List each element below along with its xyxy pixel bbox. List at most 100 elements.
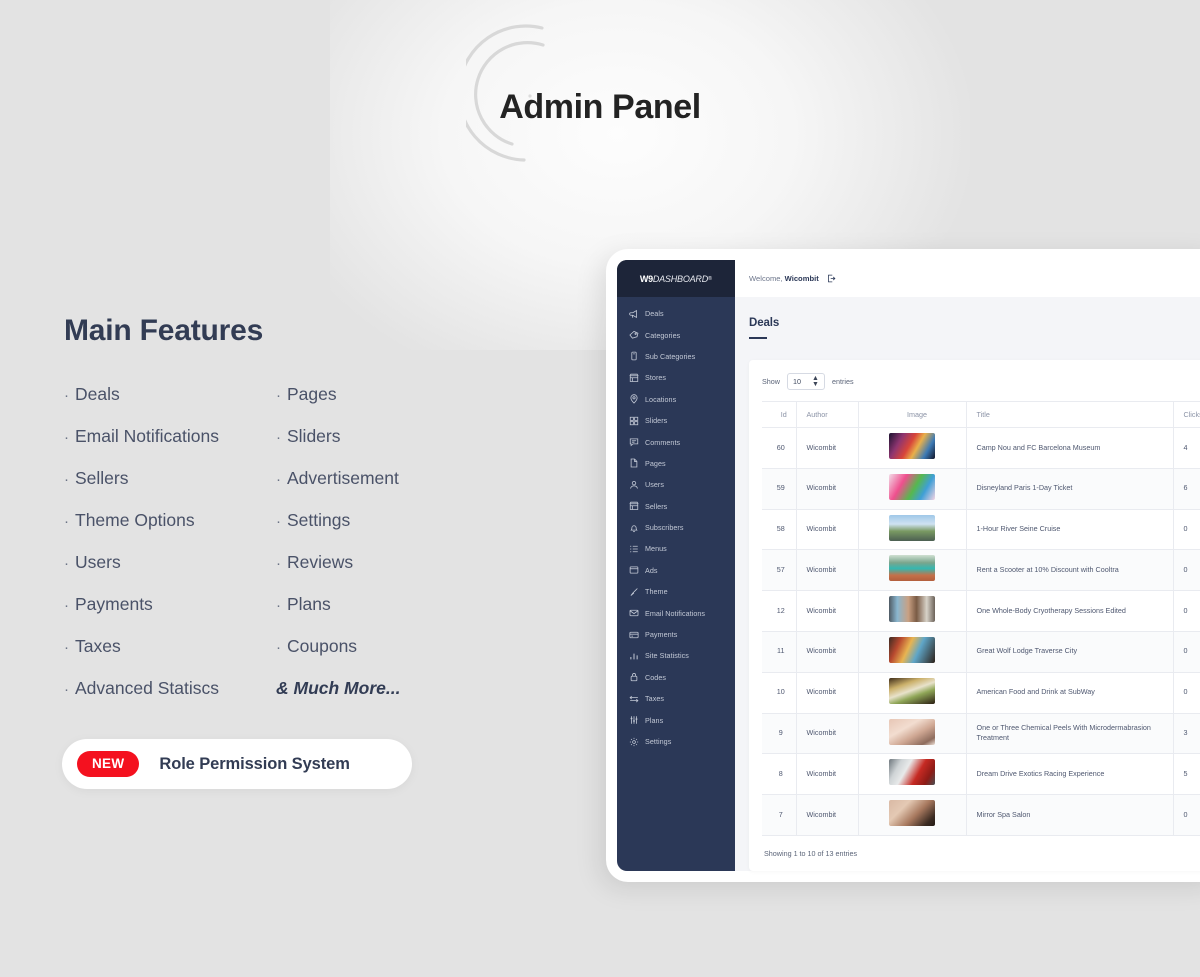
sidebar-item-subscribers[interactable]: Subscribers	[617, 517, 735, 538]
brand-mark: W9	[639, 273, 653, 284]
tag-icon	[629, 330, 642, 341]
feature-item: · Taxes	[64, 637, 276, 680]
deals-page-title: Deals	[749, 317, 780, 329]
sidebar-item-menus[interactable]: Menus	[617, 538, 735, 559]
sidebar-item-label: Menus	[645, 544, 667, 554]
table-row[interactable]: 7 Wicombit Mirror Spa Salon 0	[762, 794, 1200, 836]
cell-author: Wicombit	[796, 590, 859, 632]
deals-table: Id Author Image Title Clicks 60 Wicombit…	[762, 401, 1200, 836]
sidebar-item-site-statistics[interactable]: Site Statistics	[617, 645, 735, 666]
sidebar-item-taxes[interactable]: Taxes	[617, 688, 735, 709]
bullet-dot: ·	[64, 597, 69, 614]
role-permission-callout[interactable]: NEW Role Permission System	[62, 739, 412, 789]
sidebar-item-label: Pages	[645, 458, 666, 468]
table-row[interactable]: 10 Wicombit American Food and Drink at S…	[762, 672, 1200, 714]
cell-image	[858, 468, 967, 510]
sidebar-item-email-notifications[interactable]: Email Notifications	[617, 602, 735, 623]
deal-thumbnail	[889, 636, 935, 663]
deal-thumbnail	[889, 759, 935, 786]
sidebar-item-payments[interactable]: Payments	[617, 624, 735, 645]
table-row[interactable]: 8 Wicombit Dream Drive Exotics Racing Ex…	[762, 753, 1200, 796]
sidebar-item-categories[interactable]: Categories	[617, 324, 735, 345]
cell-id: 60	[762, 427, 797, 469]
cell-author: Wicombit	[796, 427, 859, 469]
column-header-image[interactable]: Image	[858, 401, 967, 428]
feature-item: · Advanced Statiscs	[64, 678, 276, 722]
table-row[interactable]: 60 Wicombit Camp Nou and FC Barcelona Mu…	[762, 427, 1200, 469]
sidebar-item-theme[interactable]: Theme	[617, 581, 735, 602]
bullet-dot: ·	[276, 513, 281, 530]
sidebar-item-label: Codes	[645, 672, 667, 682]
feature-item: · Theme Options	[64, 510, 276, 554]
bullet-dot: ·	[64, 387, 69, 404]
cell-clicks: 6	[1173, 468, 1200, 510]
grid-icon	[629, 415, 642, 426]
deal-thumbnail	[889, 514, 935, 541]
logout-icon[interactable]	[827, 274, 836, 283]
sidebar-item-label: Email Notifications	[645, 608, 706, 618]
brand-logo[interactable]: W9 DASHBOARD ®	[617, 260, 735, 297]
sidebar-item-locations[interactable]: Locations	[617, 389, 735, 410]
cell-title: Camp Nou and FC Barcelona Museum	[966, 427, 1174, 469]
column-header-clicks[interactable]: Clicks	[1173, 401, 1200, 428]
feature-label: Advertisement	[287, 468, 399, 488]
entries-per-page-select[interactable]: 10 ▲ ▼	[786, 373, 825, 390]
feature-item: · Users	[64, 552, 276, 596]
credit-card-icon	[629, 629, 642, 640]
sidebar-item-label: Comments	[645, 437, 681, 447]
feature-label: Theme Options	[75, 510, 195, 530]
sidebar-item-sliders[interactable]: Sliders	[617, 410, 735, 431]
table-row[interactable]: 11 Wicombit Great Wolf Lodge Traverse Ci…	[762, 631, 1200, 673]
table-length-controls: Show 10 ▲ ▼ entries	[762, 373, 1200, 390]
cell-author: Wicombit	[796, 672, 859, 714]
feature-label: Advanced Statiscs	[75, 678, 219, 698]
table-row[interactable]: 57 Wicombit Rent a Scooter at 10% Discou…	[762, 549, 1200, 592]
table-row[interactable]: 9 Wicombit One or Three Chemical Peels W…	[762, 713, 1200, 755]
entries-value: 10	[792, 377, 801, 386]
sidebar-item-deals[interactable]: Deals	[617, 303, 735, 324]
chevron-updown-icon: ▲ ▼	[812, 374, 819, 388]
cell-image	[858, 753, 967, 796]
cell-author: Wicombit	[796, 794, 859, 836]
megaphone-icon	[629, 308, 642, 319]
cell-id: 8	[762, 753, 797, 796]
sidebar-item-codes[interactable]: Codes	[617, 667, 735, 688]
cell-title: Mirror Spa Salon	[966, 794, 1174, 836]
feature-item: · Sellers	[64, 469, 276, 512]
sidebar-item-plans[interactable]: Plans	[617, 709, 735, 730]
bullet-dot: ·	[276, 555, 281, 572]
table-row[interactable]: 12 Wicombit One Whole-Body Cryotherapy S…	[762, 590, 1200, 632]
sidebar-item-settings[interactable]: Settings	[617, 731, 735, 752]
table-row[interactable]: 59 Wicombit Disneyland Paris 1-Day Ticke…	[762, 468, 1200, 510]
sidebar-item-stores[interactable]: Stores	[617, 367, 735, 388]
sidebar-item-label: Payments	[645, 630, 678, 640]
cell-image	[858, 509, 967, 551]
cell-id: 7	[762, 794, 797, 836]
sidebar-item-pages[interactable]: Pages	[617, 453, 735, 474]
sidebar-item-comments[interactable]: Comments	[617, 431, 735, 452]
bullet-dot: ·	[276, 471, 281, 488]
page-heading-wrap: Deals	[735, 297, 1200, 339]
brush-icon	[629, 586, 642, 597]
sidebar-item-ads[interactable]: Ads	[617, 560, 735, 581]
feature-label: Users	[75, 552, 121, 572]
sidebar-nav: Deals Categories Sub Categories Stores L…	[617, 297, 735, 752]
table-info-footer: Showing 1 to 10 of 13 entries	[764, 848, 858, 858]
table-header-row: Id Author Image Title Clicks	[762, 401, 1200, 428]
role-permission-label: Role Permission System	[159, 754, 350, 773]
sidebar-item-label: Categories	[645, 330, 681, 340]
column-header-id[interactable]: Id	[762, 401, 797, 428]
bar-chart-icon	[629, 650, 642, 661]
sidebar-item-users[interactable]: Users	[617, 474, 735, 495]
table-row[interactable]: 58 Wicombit 1-Hour River Seine Cruise 0	[762, 509, 1200, 551]
cell-image	[858, 713, 967, 755]
cell-id: 58	[762, 509, 797, 551]
deal-thumbnail	[889, 473, 935, 500]
sidebar-item-sellers[interactable]: Sellers	[617, 496, 735, 517]
sidebar-item-sub-categories[interactable]: Sub Categories	[617, 346, 735, 367]
column-header-author[interactable]: Author	[796, 401, 859, 428]
column-header-title[interactable]: Title	[966, 401, 1174, 428]
cell-title: American Food and Drink at SubWay	[966, 672, 1174, 714]
deal-thumbnail	[889, 555, 935, 582]
main-features-section: Main Features · Deals · Email Notification…	[64, 314, 534, 722]
